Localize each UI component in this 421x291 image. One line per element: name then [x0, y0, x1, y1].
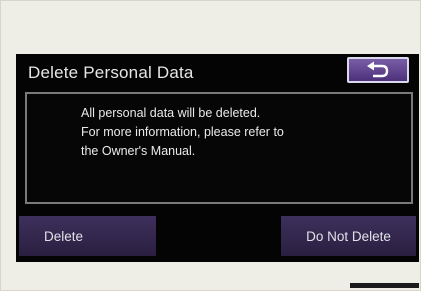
message-text: All personal data will be deleted. For m… — [81, 104, 401, 161]
back-button[interactable] — [347, 57, 409, 83]
corner-mark — [350, 283, 419, 288]
message-line-1: All personal data will be deleted. — [81, 106, 261, 120]
dialog-title: Delete Personal Data — [28, 63, 194, 82]
return-arrow-icon — [367, 61, 389, 78]
message-line-2: For more information, please refer to — [81, 125, 284, 139]
message-box: All personal data will be deleted. For m… — [25, 92, 413, 204]
display-screen: Delete Personal Data All personal data w… — [16, 54, 419, 262]
delete-button[interactable]: Delete — [19, 216, 156, 256]
do-not-delete-button[interactable]: Do Not Delete — [281, 216, 416, 256]
message-line-3: the Owner's Manual. — [81, 144, 196, 158]
